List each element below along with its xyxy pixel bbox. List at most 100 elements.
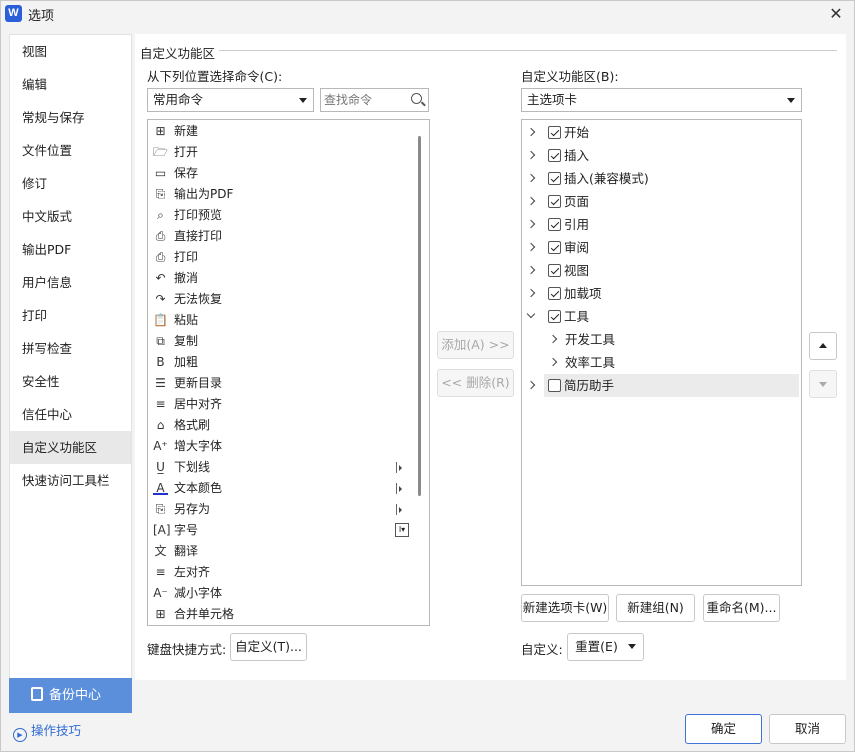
- sidebar-item[interactable]: 视图: [10, 35, 131, 68]
- choose-commands-select[interactable]: 常用命令: [147, 88, 314, 112]
- command-item[interactable]: ≡ 左对齐: [148, 562, 429, 583]
- checkbox[interactable]: [548, 218, 561, 231]
- sidebar-item[interactable]: 文件位置: [10, 134, 131, 167]
- checkbox[interactable]: [548, 195, 561, 208]
- tree-subitem[interactable]: 开发工具: [522, 328, 801, 351]
- rename-button[interactable]: 重命名(M)...: [703, 594, 780, 622]
- submenu-arrow-icon[interactable]: [396, 462, 405, 473]
- tree-item[interactable]: 插入: [522, 144, 801, 167]
- chevron-right-icon[interactable]: [526, 265, 536, 275]
- chevron-right-icon[interactable]: [548, 357, 558, 367]
- search-input[interactable]: [321, 89, 401, 111]
- checkbox[interactable]: [548, 310, 561, 323]
- command-item[interactable]: B 加粗: [148, 352, 429, 373]
- chevron-right-icon[interactable]: [526, 242, 536, 252]
- command-item[interactable]: ⌕ 打印预览: [148, 205, 429, 226]
- tree-item[interactable]: 引用: [522, 213, 801, 236]
- command-item[interactable]: ⊞ 新建: [148, 121, 429, 142]
- backup-center-button[interactable]: 备份中心: [9, 678, 132, 713]
- add-button[interactable]: 添加(A) >>: [437, 331, 514, 359]
- tree-item[interactable]: 视图: [522, 259, 801, 282]
- command-item[interactable]: ≡ 居中对齐: [148, 394, 429, 415]
- command-item[interactable]: ⊞ 合并单元格: [148, 604, 429, 625]
- checkbox[interactable]: [548, 149, 561, 162]
- search-icon[interactable]: [411, 93, 422, 104]
- sidebar-item[interactable]: 拼写检查: [10, 332, 131, 365]
- sidebar-item[interactable]: 编辑: [10, 68, 131, 101]
- submenu-arrow-icon[interactable]: [396, 483, 405, 494]
- sidebar-item[interactable]: 安全性: [10, 365, 131, 398]
- cancel-button[interactable]: 取消: [769, 714, 846, 744]
- chevron-right-icon[interactable]: [526, 196, 536, 206]
- sidebar-item[interactable]: 打印: [10, 299, 131, 332]
- command-item[interactable]: A 文本颜色: [148, 478, 429, 499]
- new-group-button[interactable]: 新建组(N): [616, 594, 695, 622]
- new-tab-button[interactable]: 新建选项卡(W): [521, 594, 609, 622]
- sidebar-item[interactable]: 用户信息: [10, 266, 131, 299]
- checkbox[interactable]: [548, 241, 561, 254]
- chevron-right-icon[interactable]: [548, 334, 558, 344]
- command-item[interactable]: ▭ 保存: [148, 163, 429, 184]
- tree-item[interactable]: 插入(兼容模式): [522, 167, 801, 190]
- tree-label: 开始: [564, 125, 590, 140]
- ribbon-tabs-select[interactable]: 主选项卡: [521, 88, 802, 112]
- command-item[interactable]: A⁺ 增大字体: [148, 436, 429, 457]
- remove-button[interactable]: << 删除(R): [437, 369, 514, 397]
- search-field[interactable]: [320, 88, 429, 112]
- command-item[interactable]: [A] 字号 I▾: [148, 520, 429, 541]
- sidebar-item[interactable]: 快速访问工具栏: [10, 464, 131, 497]
- sidebar-item[interactable]: 输出PDF: [10, 233, 131, 266]
- scrollbar[interactable]: [418, 136, 421, 496]
- command-item[interactable]: ↶ 撤消: [148, 268, 429, 289]
- checkbox[interactable]: [548, 126, 561, 139]
- chevron-right-icon[interactable]: [526, 219, 536, 229]
- customize-shortcut-button[interactable]: 自定义(T)...: [230, 633, 307, 661]
- tree-item[interactable]: 工具: [522, 305, 801, 328]
- chevron-down-icon[interactable]: [526, 309, 536, 319]
- command-item[interactable]: ⎙ 直接打印: [148, 226, 429, 247]
- move-down-button[interactable]: [809, 370, 837, 398]
- font-size-dropdown-icon[interactable]: I▾: [395, 523, 409, 537]
- command-item[interactable]: ⎙ 打印: [148, 247, 429, 268]
- tree-item[interactable]: 加载项: [522, 282, 801, 305]
- tree-item[interactable]: 开始: [522, 121, 801, 144]
- command-item[interactable]: U̲ 下划线: [148, 457, 429, 478]
- command-item[interactable]: ↷ 无法恢复: [148, 289, 429, 310]
- close-icon[interactable]: ✕: [826, 4, 846, 24]
- chevron-right-icon[interactable]: [526, 380, 536, 390]
- checkbox[interactable]: [548, 264, 561, 277]
- chevron-right-icon[interactable]: [526, 288, 536, 298]
- sidebar-item[interactable]: 自定义功能区: [10, 431, 131, 464]
- sidebar-item[interactable]: 修订: [10, 167, 131, 200]
- chevron-right-icon[interactable]: [526, 173, 536, 183]
- tree-item[interactable]: 页面: [522, 190, 801, 213]
- tree-item[interactable]: 审阅: [522, 236, 801, 259]
- tips-link[interactable]: ▶ 操作技巧: [13, 720, 81, 742]
- chevron-right-icon[interactable]: [526, 127, 536, 137]
- command-item[interactable]: 🗁 打开: [148, 142, 429, 163]
- sidebar-item[interactable]: 常规与保存: [10, 101, 131, 134]
- chevron-right-icon[interactable]: [526, 150, 536, 160]
- ok-button[interactable]: 确定: [685, 714, 762, 744]
- command-item[interactable]: ⧉ 复制: [148, 331, 429, 352]
- command-item[interactable]: 📋 粘贴: [148, 310, 429, 331]
- checkbox[interactable]: [548, 287, 561, 300]
- command-item[interactable]: ☰ 更新目录: [148, 373, 429, 394]
- command-item[interactable]: ⎘ 另存为: [148, 499, 429, 520]
- submenu-arrow-icon[interactable]: [396, 504, 405, 515]
- command-item[interactable]: ⌂ 格式刷: [148, 415, 429, 436]
- reset-button[interactable]: 重置(E): [567, 633, 644, 661]
- tree-item[interactable]: 简历助手: [526, 374, 799, 397]
- sidebar-item[interactable]: 信任中心: [10, 398, 131, 431]
- checkbox[interactable]: [548, 379, 561, 392]
- checkbox[interactable]: [548, 172, 561, 185]
- tree-subitem[interactable]: 效率工具: [522, 351, 801, 374]
- commands-list[interactable]: ⊞ 新建 🗁 打开 ▭ 保存 ⎘ 输出为PDF ⌕ 打印预览 ⎙ 直接打印 ⎙ 打印 ↶ 撤消 ↷ 无法恢复 📋 粘贴…: [147, 119, 430, 626]
- command-item[interactable]: A⁻ 减小字体: [148, 583, 429, 604]
- ribbon-tree[interactable]: 开始插入 插入(兼容模式) 页面 引用 审阅 视图 加载项 工具 开发工具 效率工具 简历助手: [521, 119, 802, 586]
- move-up-button[interactable]: [809, 332, 837, 360]
- sidebar-item[interactable]: 中文版式: [10, 200, 131, 233]
- command-item[interactable]: 文翻译: [148, 541, 429, 562]
- customize-label: 自定义:: [521, 642, 563, 657]
- command-item[interactable]: ⎘ 输出为PDF: [148, 184, 429, 205]
